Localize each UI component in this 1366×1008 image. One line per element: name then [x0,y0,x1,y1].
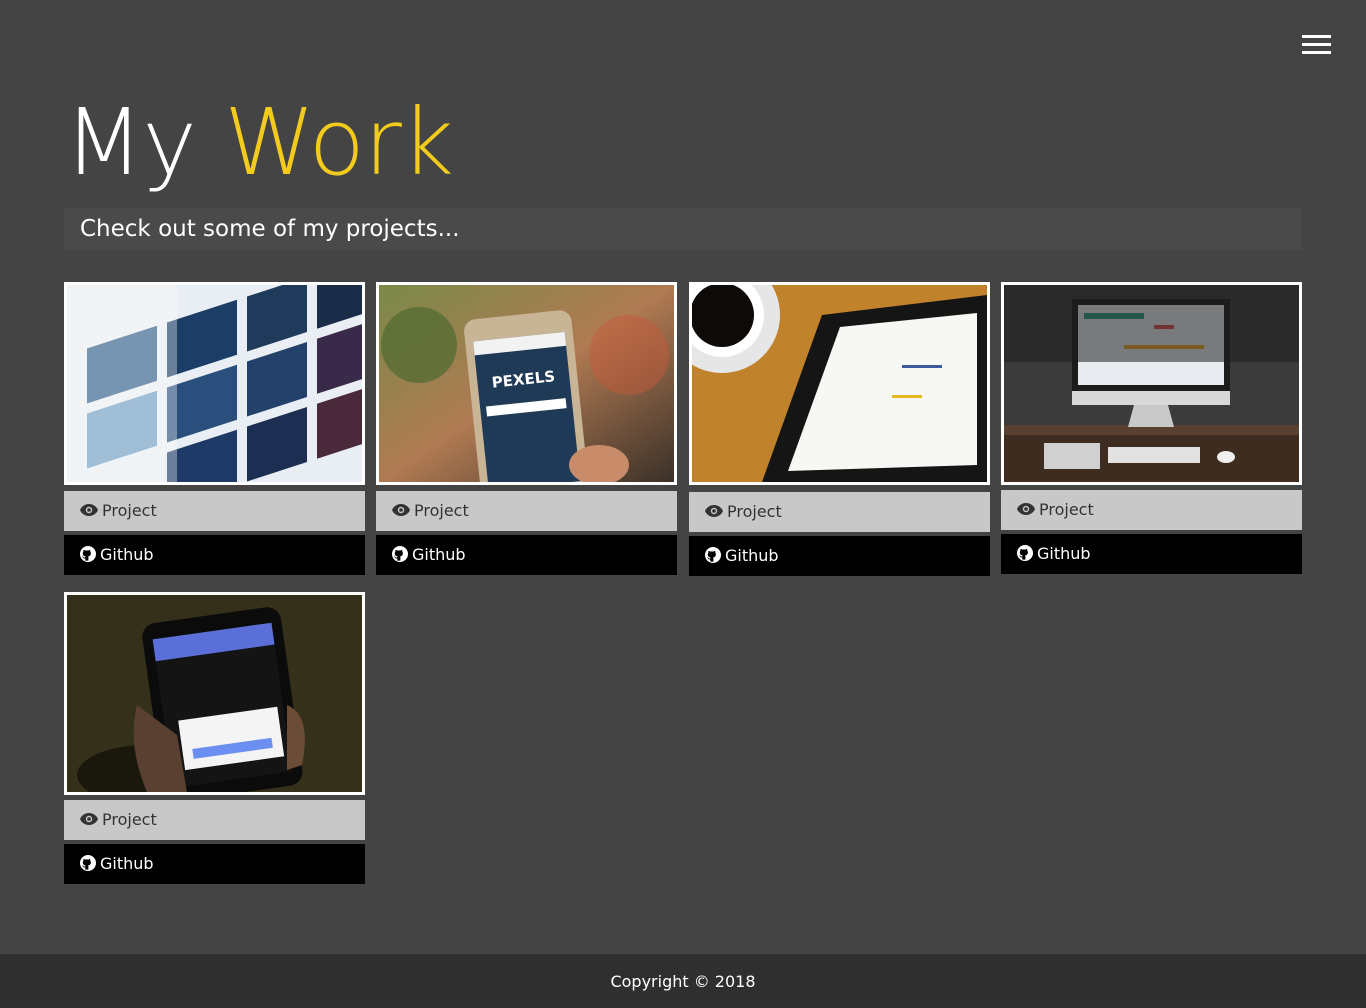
menu-button[interactable] [1302,34,1332,56]
github-button[interactable]: Github [689,536,990,576]
github-icon [705,547,721,563]
github-icon [80,546,96,562]
github-button[interactable]: Github [64,844,365,884]
eye-icon [392,504,410,516]
project-button-label: Project [414,501,469,520]
project-button[interactable]: Project [689,492,990,532]
project-card: PEXELS Project Github [376,282,677,575]
github-icon [392,546,408,562]
github-button-label: Github [1037,544,1091,563]
project-button-label: Project [1039,500,1094,519]
eye-icon [705,505,723,517]
project-button[interactable]: Project [1001,490,1302,530]
page-subtitle: Check out some of my projects... [80,216,460,242]
github-button[interactable]: Github [376,535,677,575]
footer: Copyright © 2018 [0,954,1366,1008]
streaming-app-tiles-image [67,285,362,482]
github-icon [80,855,96,871]
project-button[interactable]: Project [64,491,365,531]
hamburger-icon-line [1302,51,1331,54]
github-icon [1017,545,1033,561]
project-thumbnail[interactable] [64,282,365,485]
github-button-label: Github [100,854,154,873]
imac-desk-setup-image [1004,285,1299,482]
project-card: Project Github [64,592,365,885]
project-thumbnail[interactable] [64,592,365,795]
hamburger-icon-line [1302,43,1331,46]
eye-icon [80,813,98,825]
copyright-text: Copyright © 2018 [610,972,756,991]
project-button-label: Project [102,501,157,520]
phone-pexels-site-image: PEXELS [379,285,674,482]
project-thumbnail[interactable] [1001,282,1302,485]
eye-icon [80,504,98,516]
project-button[interactable]: Project [64,800,365,840]
page-title-work: Work [224,89,454,196]
project-button[interactable]: Project [376,491,677,531]
github-button-label: Github [412,545,466,564]
project-button-label: Project [727,502,782,521]
github-button-label: Github [100,545,154,564]
phone-in-hand-dark-image [67,595,362,792]
page-title: My Work [64,88,454,198]
page-title-my: My [64,89,197,196]
project-button-label: Project [102,810,157,829]
project-card: Project Github [64,282,365,575]
project-card: Project Github [1001,282,1302,575]
github-button[interactable]: Github [64,535,365,575]
hamburger-icon-line [1302,35,1331,38]
project-card: Project Github [689,282,990,576]
eye-icon [1017,503,1035,515]
github-button[interactable]: Github [1001,534,1302,574]
project-thumbnail[interactable] [689,282,990,485]
tablet-with-coffee-image [692,285,987,482]
github-button-label: Github [725,546,779,565]
project-thumbnail[interactable]: PEXELS [376,282,677,485]
subtitle-bar: Check out some of my projects... [64,208,1302,250]
